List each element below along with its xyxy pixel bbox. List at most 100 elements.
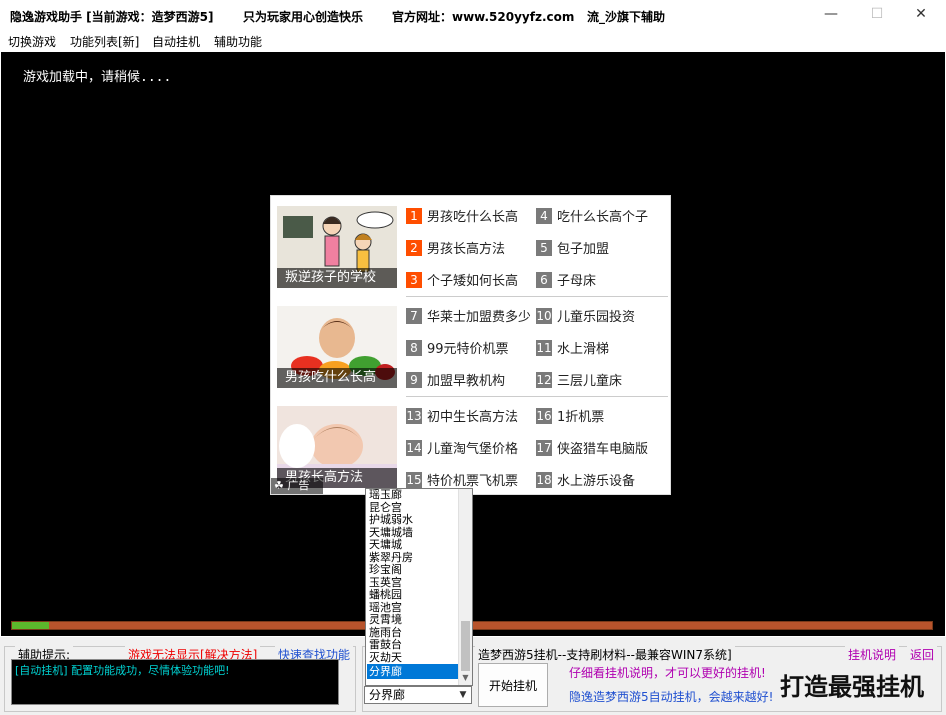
ad-link[interactable]: 10 儿童乐园投资	[536, 306, 666, 324]
ad-link-text: 初中生长高方法	[427, 410, 519, 424]
ad-link-rank: 16	[536, 407, 552, 424]
ad-link-rank: 7	[406, 307, 422, 324]
ad-link-rank: 17	[536, 439, 552, 456]
ad-link-text: 99元特价机票	[427, 342, 509, 356]
menu-switch-game[interactable]: 切换游戏	[8, 33, 56, 50]
ad-link[interactable]: 12 三层儿童床	[536, 370, 666, 388]
ad-image-boy-vegetables[interactable]: 男孩吃什么长高	[277, 306, 397, 388]
loading-progress-fill	[12, 622, 49, 629]
ad-link-text: 特价机票飞机票	[427, 474, 519, 488]
map-option[interactable]: 瑶玉廊	[367, 489, 459, 502]
ad-link-text: 个子矮如何长高	[427, 274, 519, 288]
ad-link-text: 三层儿童床	[557, 374, 623, 388]
ad-link-rank: 2	[406, 239, 422, 256]
window-title: 隐逸游戏助手 [当前游戏：造梦西游5]	[10, 10, 214, 24]
ad-link-text: 男孩长高方法	[427, 242, 506, 256]
ad-link[interactable]: 1 男孩吃什么长高	[406, 206, 530, 224]
ad-link-text: 儿童淘气堡价格	[427, 442, 519, 456]
map-option[interactable]: 灵霄境	[367, 613, 459, 627]
ad-link[interactable]: 5 包子加盟	[536, 238, 666, 256]
ad-link-text: 加盟早教机构	[427, 374, 506, 388]
ad-link[interactable]: 4 吃什么长高个子	[536, 206, 666, 224]
map-option[interactable]: 珍宝阁	[367, 563, 459, 577]
map-option[interactable]: 雷鼓台	[367, 638, 459, 652]
ad-image-caption: 男孩吃什么长高	[277, 368, 397, 388]
ad-link-rank: 1	[406, 207, 422, 224]
ad-image-sleeping-child[interactable]: 男孩长高方法	[277, 406, 397, 488]
ad-link-rank: 4	[536, 207, 552, 224]
map-options: 瑶玉廊 昆仑宫 护城弱水 天墉城墙 天墉城 紫翠丹房 珍宝阁 玉英宫 蟠桃园 瑶池宫 灵霄境 施雨台雷…	[367, 489, 459, 679]
official-site: 官方网址：www.520yyfz.com	[392, 10, 575, 24]
status-log: [自动挂机] 配置功能成功，尽情体验功能吧!	[11, 659, 339, 705]
title-bar: 隐逸游戏助手 [当前游戏：造梦西游5] 只为玩家用心创造快乐 官方网址：www.…	[0, 0, 946, 30]
ad-link-text: 华莱士加盟费多少	[427, 310, 530, 324]
ad-link-rank: 8	[406, 339, 422, 356]
minimize-button[interactable]: —	[808, 0, 854, 30]
ad-link-rank: 14	[406, 439, 422, 456]
ad-link[interactable]: 14 儿童淘气堡价格	[406, 438, 530, 456]
autoplay-promo: 隐逸造梦西游5自动挂机，会越来越好!	[569, 690, 774, 704]
map-dropdown-list[interactable]: 瑶玉廊 昆仑宫 护城弱水 天墉城墙 天墉城 紫翠丹房 珍宝阁 玉英宫 蟠桃园 瑶池宫 灵霄境 施雨台雷…	[365, 488, 473, 686]
maximize-button[interactable]: ☐	[854, 0, 900, 30]
ad-link-rank: 6	[536, 271, 552, 288]
ad-link[interactable]: 18 水上游乐设备	[536, 470, 666, 488]
ad-link-text: 包子加盟	[557, 242, 610, 256]
map-list-scrollbar[interactable]: ▼	[458, 489, 472, 685]
chevron-down-icon[interactable]: ▼	[457, 689, 469, 701]
back-link[interactable]: 返回	[907, 646, 938, 663]
ad-link[interactable]: 16 1折机票	[536, 406, 666, 424]
map-select-value: 分界廊	[369, 688, 406, 702]
ad-link[interactable]: 8 99元特价机票	[406, 338, 530, 356]
ad-link[interactable]: 2 男孩长高方法	[406, 238, 530, 256]
ad-link[interactable]: 7 华莱士加盟费多少	[406, 306, 530, 324]
map-select[interactable]: 分界廊 ▼	[364, 686, 472, 704]
ad-link[interactable]: 9 加盟早教机构	[406, 370, 530, 388]
hint-group: 辅助提示: 游戏无法显示[解决方法] 快速查找功能 [自动挂机] 配置功能成功，…	[4, 646, 356, 712]
map-option[interactable]: 灭劫天	[367, 651, 459, 665]
ad-link-rank: 9	[406, 371, 422, 388]
ad-link-rank: 15	[406, 471, 422, 488]
menu-feature-list[interactable]: 功能列表[新]	[70, 33, 139, 50]
map-option[interactable]: 天墉城	[367, 538, 459, 552]
ad-link[interactable]: 17 侠盗猎车电脑版	[536, 438, 666, 456]
menu-auto-play[interactable]: 自动挂机	[152, 33, 200, 50]
autoplay-note: 仔细看挂机说明，才可以更好的挂机!	[569, 666, 766, 680]
ad-link[interactable]: 15 特价机票飞机票	[406, 470, 530, 488]
ad-link-rank: 12	[536, 371, 552, 388]
scrollbar-thumb[interactable]	[461, 621, 470, 671]
ad-link[interactable]: 6 子母床	[536, 270, 666, 288]
ad-link-rank: 3	[406, 271, 422, 288]
loading-text: 游戏加载中，请稍候....	[23, 70, 172, 85]
ad-link-text: 儿童乐园投资	[557, 310, 636, 324]
close-button[interactable]: ✕	[898, 0, 944, 30]
ad-link-rank: 5	[536, 239, 552, 256]
ad-link-rank: 10	[536, 307, 552, 324]
ad-link-text: 水上滑梯	[557, 342, 610, 356]
map-option[interactable]: 分界廊	[367, 664, 459, 679]
publisher: 流_沙旗下辅助	[587, 10, 666, 24]
menu-bar: 切换游戏 功能列表[新] 自动挂机 辅助功能	[0, 31, 946, 51]
ad-link[interactable]: 13 初中生长高方法	[406, 406, 530, 424]
brand-slogan: 打造最强挂机	[780, 673, 924, 701]
ad-link-text: 水上游乐设备	[557, 474, 636, 488]
menu-assist[interactable]: 辅助功能	[214, 33, 262, 50]
start-autoplay-button[interactable]: 开始挂机	[478, 663, 548, 707]
ad-link-text: 1折机票	[557, 410, 605, 424]
ad-link-rank: 11	[536, 339, 552, 356]
scroll-down-arrow-icon[interactable]: ▼	[459, 671, 472, 685]
ad-badge: ☘ 广告	[271, 478, 323, 494]
ad-link[interactable]: 11 水上滑梯	[536, 338, 666, 356]
ad-link-rank: 13	[406, 407, 422, 424]
autoplay-title: 造梦西游5挂机--支持刷材料--最兼容WIN7系统]	[475, 646, 735, 663]
map-option[interactable]: 蟠桃园	[367, 588, 459, 602]
ad-image-cartoon[interactable]: 叛逆孩子的学校	[277, 206, 397, 288]
autoplay-help-link[interactable]: 挂机说明	[845, 646, 900, 663]
ad-link-rank: 18	[536, 471, 552, 488]
ad-panel: 叛逆孩子的学校 男孩吃什么长高 男孩长高方法 1 男孩吃什么长高 4 吃什么长高…	[270, 195, 671, 495]
slogan: 只为玩家用心创造快乐	[243, 10, 364, 24]
ad-link[interactable]: 3 个子矮如何长高	[406, 270, 530, 288]
map-option[interactable]: 护城弱水	[367, 513, 459, 527]
ad-link-text: 侠盗猎车电脑版	[557, 442, 649, 456]
ad-link-text: 吃什么长高个子	[557, 210, 649, 224]
ad-image-caption: 叛逆孩子的学校	[277, 268, 397, 288]
